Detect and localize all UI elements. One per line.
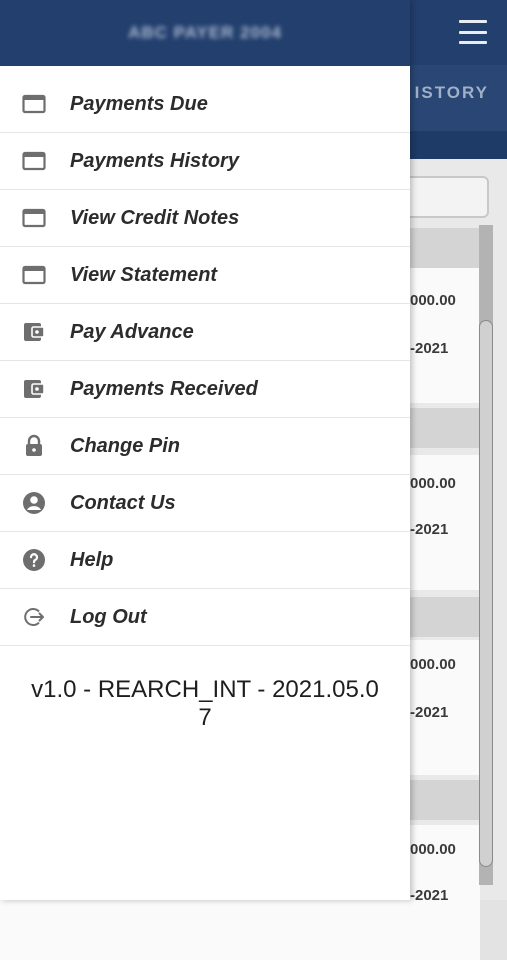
- menu-item-payments-history[interactable]: Payments History: [0, 133, 410, 190]
- menu-item-log-out[interactable]: Log Out: [0, 589, 410, 646]
- menu-item-label: Payments History: [70, 149, 239, 172]
- item-date: -2021: [410, 521, 449, 538]
- account-circle-icon: [22, 491, 46, 515]
- logout-icon: [22, 605, 46, 629]
- card-outline-icon: [22, 263, 46, 287]
- menu-item-pay-advance[interactable]: Pay Advance: [0, 304, 410, 361]
- item-date: -2021: [410, 704, 449, 721]
- tab-history[interactable]: ISTORY: [415, 83, 489, 103]
- item-date: -2021: [410, 340, 449, 357]
- version-line: v1.0 - REARCH_INT - 2021.05.0: [31, 676, 379, 703]
- menu-item-view-statement[interactable]: View Statement: [0, 247, 410, 304]
- item-amount: 000.00: [410, 841, 456, 858]
- drawer-header: ABC PAYER 2004: [0, 0, 410, 66]
- wallet-icon: [22, 377, 46, 401]
- menu-item-label: Log Out: [70, 605, 147, 628]
- version-line: 7: [198, 704, 212, 731]
- menu-item-payments-received[interactable]: Payments Received: [0, 361, 410, 418]
- item-date: -2021: [410, 887, 449, 904]
- navigation-drawer: ABC PAYER 2004 Payments Due Payments His…: [0, 0, 410, 900]
- menu-item-help[interactable]: Help: [0, 532, 410, 589]
- item-amount: 000.00: [410, 475, 456, 492]
- menu-item-label: Pay Advance: [70, 320, 194, 343]
- drawer-title: ABC PAYER 2004: [128, 23, 282, 42]
- wallet-icon: [22, 320, 46, 344]
- version-text: v1.0 - REARCH_INT - 2021.05.0 7: [0, 676, 410, 732]
- menu-item-payments-due[interactable]: Payments Due: [0, 76, 410, 133]
- menu-item-label: Help: [70, 548, 114, 571]
- menu-item-label: View Statement: [70, 263, 218, 286]
- card-outline-icon: [22, 206, 46, 230]
- menu-item-contact-us[interactable]: Contact Us: [0, 475, 410, 532]
- help-circle-icon: [22, 548, 46, 572]
- scrollbar-thumb[interactable]: [479, 320, 493, 867]
- card-outline-icon: [22, 92, 46, 116]
- hamburger-menu-icon[interactable]: [459, 20, 487, 44]
- drawer-menu: Payments Due Payments History View Credi…: [0, 76, 410, 646]
- card-outline-icon: [22, 149, 46, 173]
- lock-icon: [22, 434, 46, 458]
- menu-item-label: Change Pin: [70, 434, 181, 457]
- menu-item-view-credit-notes[interactable]: View Credit Notes: [0, 190, 410, 247]
- menu-item-change-pin[interactable]: Change Pin: [0, 418, 410, 475]
- item-amount: 000.00: [410, 656, 456, 673]
- item-amount: 000.00: [410, 292, 456, 309]
- menu-item-label: View Credit Notes: [70, 206, 240, 229]
- menu-item-label: Payments Received: [70, 377, 258, 400]
- menu-item-label: Contact Us: [70, 491, 176, 514]
- menu-item-label: Payments Due: [70, 92, 208, 115]
